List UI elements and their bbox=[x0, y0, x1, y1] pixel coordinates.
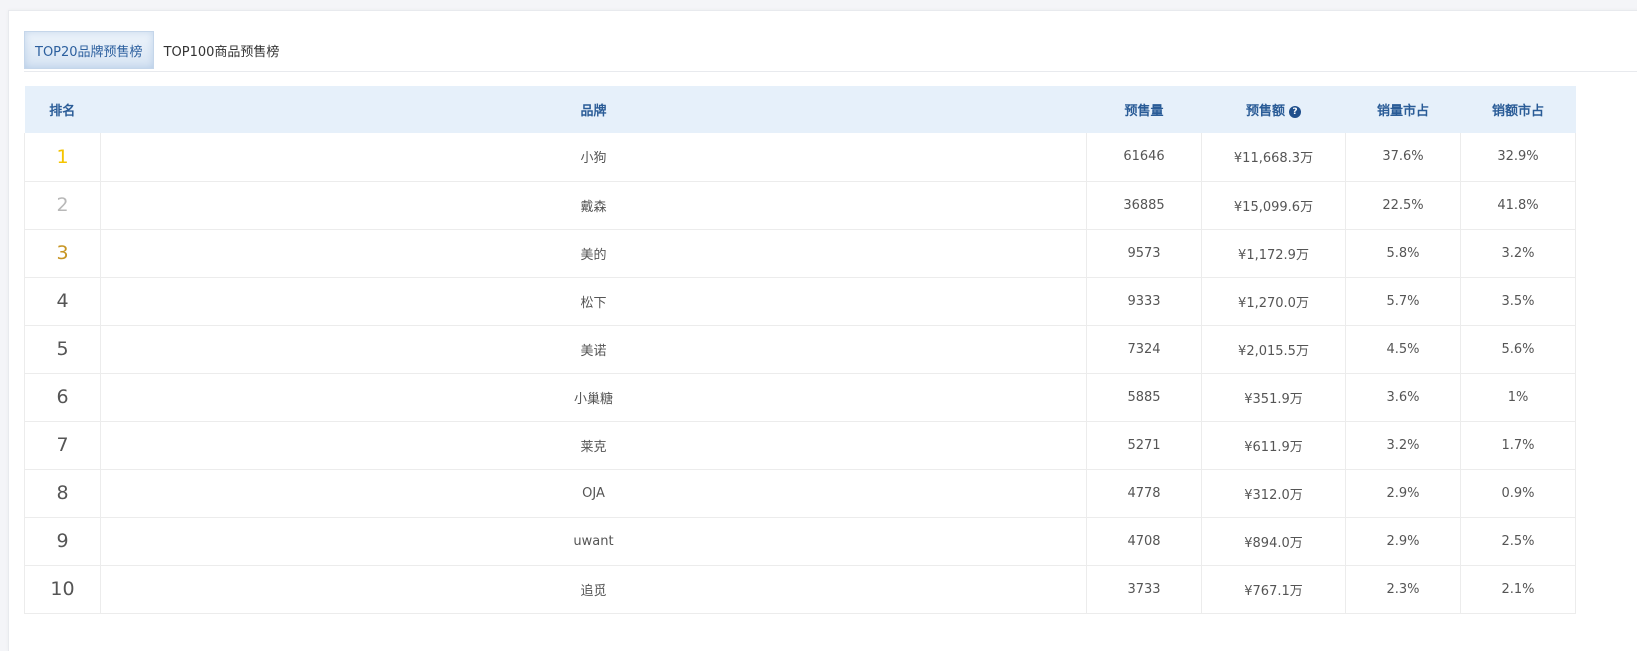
presale-qty-cell: 4708 bbox=[1086, 517, 1202, 565]
rank-cell: 9 bbox=[24, 517, 101, 565]
presale-amount-cell: ¥11,668.3万 bbox=[1201, 133, 1346, 181]
qty-share-cell: 3.6% bbox=[1345, 373, 1461, 421]
presale-amount-cell: ¥351.9万 bbox=[1201, 373, 1346, 421]
brand-cell: 追觅 bbox=[100, 565, 1087, 613]
tab-bar: TOP20品牌预售榜 TOP100商品预售榜 bbox=[24, 31, 289, 69]
qty-share-cell: 5.8% bbox=[1345, 229, 1461, 277]
presale-amount-cell: ¥1,172.9万 bbox=[1201, 229, 1346, 277]
rank-cell: 7 bbox=[24, 421, 101, 469]
amount-share-cell: 1.7% bbox=[1460, 421, 1576, 469]
help-icon[interactable]: ? bbox=[1289, 105, 1301, 118]
table-row: 2 戴森 36885 ¥15,099.6万 22.5% 41.8% bbox=[24, 181, 1576, 229]
presale-amount-cell: ¥15,099.6万 bbox=[1201, 181, 1346, 229]
table-row: 1 小狗 61646 ¥11,668.3万 37.6% 32.9% bbox=[24, 133, 1576, 181]
header-presale-amount: 预售额? bbox=[1201, 86, 1346, 133]
presale-qty-cell: 3733 bbox=[1086, 565, 1202, 613]
ranking-table: 排名 品牌 预售量 预售额? 销量市占 销额市占 1 小狗 61646 ¥11,668… bbox=[24, 86, 1576, 614]
presale-qty-cell: 5271 bbox=[1086, 421, 1202, 469]
presale-qty-cell: 36885 bbox=[1086, 181, 1202, 229]
rank-cell: 4 bbox=[24, 277, 101, 325]
qty-share-cell: 4.5% bbox=[1345, 325, 1461, 373]
table-row: 6 小巢糖 5885 ¥351.9万 3.6% 1% bbox=[24, 373, 1576, 421]
header-brand: 品牌 bbox=[100, 86, 1087, 133]
brand-cell: uwant bbox=[100, 517, 1087, 565]
presale-amount-cell: ¥611.9万 bbox=[1201, 421, 1346, 469]
qty-share-cell: 22.5% bbox=[1345, 181, 1461, 229]
presale-amount-cell: ¥312.0万 bbox=[1201, 469, 1346, 517]
amount-share-cell: 3.2% bbox=[1460, 229, 1576, 277]
brand-cell: 莱克 bbox=[100, 421, 1087, 469]
qty-share-cell: 2.3% bbox=[1345, 565, 1461, 613]
ranking-panel: TOP20品牌预售榜 TOP100商品预售榜 排名 品牌 预售量 预售额? 销量… bbox=[8, 10, 1637, 651]
presale-amount-cell: ¥767.1万 bbox=[1201, 565, 1346, 613]
brand-cell: 美的 bbox=[100, 229, 1087, 277]
table-row: 9 uwant 4708 ¥894.0万 2.9% 2.5% bbox=[24, 517, 1576, 565]
qty-share-cell: 2.9% bbox=[1345, 469, 1461, 517]
amount-share-cell: 2.1% bbox=[1460, 565, 1576, 613]
presale-amount-cell: ¥1,270.0万 bbox=[1201, 277, 1346, 325]
qty-share-cell: 5.7% bbox=[1345, 277, 1461, 325]
brand-cell: 美诺 bbox=[100, 325, 1087, 373]
presale-qty-cell: 7324 bbox=[1086, 325, 1202, 373]
rank-cell: 1 bbox=[24, 133, 101, 181]
header-presale-amount-label: 预售额 bbox=[1245, 104, 1285, 119]
brand-cell: 戴森 bbox=[100, 181, 1087, 229]
amount-share-cell: 5.6% bbox=[1460, 325, 1576, 373]
presale-qty-cell: 4778 bbox=[1086, 469, 1202, 517]
amount-share-cell: 1% bbox=[1460, 373, 1576, 421]
tab-top100-product[interactable]: TOP100商品预售榜 bbox=[154, 31, 290, 69]
amount-share-cell: 41.8% bbox=[1460, 181, 1576, 229]
table-header-row: 排名 品牌 预售量 预售额? 销量市占 销额市占 bbox=[24, 86, 1576, 133]
header-rank: 排名 bbox=[24, 86, 101, 133]
presale-qty-cell: 61646 bbox=[1086, 133, 1202, 181]
tab-divider bbox=[24, 71, 1637, 72]
tab-top20-brand[interactable]: TOP20品牌预售榜 bbox=[24, 31, 154, 69]
qty-share-cell: 3.2% bbox=[1345, 421, 1461, 469]
brand-cell: 小巢糖 bbox=[100, 373, 1087, 421]
table-row: 5 美诺 7324 ¥2,015.5万 4.5% 5.6% bbox=[24, 325, 1576, 373]
rank-cell: 8 bbox=[24, 469, 101, 517]
qty-share-cell: 37.6% bbox=[1345, 133, 1461, 181]
presale-qty-cell: 9333 bbox=[1086, 277, 1202, 325]
amount-share-cell: 2.5% bbox=[1460, 517, 1576, 565]
table-row: 7 莱克 5271 ¥611.9万 3.2% 1.7% bbox=[24, 421, 1576, 469]
brand-cell: 松下 bbox=[100, 277, 1087, 325]
amount-share-cell: 3.5% bbox=[1460, 277, 1576, 325]
rank-cell: 2 bbox=[24, 181, 101, 229]
rank-cell: 3 bbox=[24, 229, 101, 277]
table-row: 4 松下 9333 ¥1,270.0万 5.7% 3.5% bbox=[24, 277, 1576, 325]
header-qty-share: 销量市占 bbox=[1345, 86, 1461, 133]
rank-cell: 6 bbox=[24, 373, 101, 421]
table-row: 10 追觅 3733 ¥767.1万 2.3% 2.1% bbox=[24, 565, 1576, 613]
presale-qty-cell: 5885 bbox=[1086, 373, 1202, 421]
rank-cell: 10 bbox=[24, 565, 101, 613]
brand-cell: 小狗 bbox=[100, 133, 1087, 181]
brand-cell: OJA bbox=[100, 469, 1087, 517]
presale-qty-cell: 9573 bbox=[1086, 229, 1202, 277]
amount-share-cell: 0.9% bbox=[1460, 469, 1576, 517]
rank-cell: 5 bbox=[24, 325, 101, 373]
header-presale-qty: 预售量 bbox=[1086, 86, 1202, 133]
table-row: 8 OJA 4778 ¥312.0万 2.9% 0.9% bbox=[24, 469, 1576, 517]
qty-share-cell: 2.9% bbox=[1345, 517, 1461, 565]
table-row: 3 美的 9573 ¥1,172.9万 5.8% 3.2% bbox=[24, 229, 1576, 277]
header-amount-share: 销额市占 bbox=[1460, 86, 1576, 133]
presale-amount-cell: ¥2,015.5万 bbox=[1201, 325, 1346, 373]
amount-share-cell: 32.9% bbox=[1460, 133, 1576, 181]
presale-amount-cell: ¥894.0万 bbox=[1201, 517, 1346, 565]
